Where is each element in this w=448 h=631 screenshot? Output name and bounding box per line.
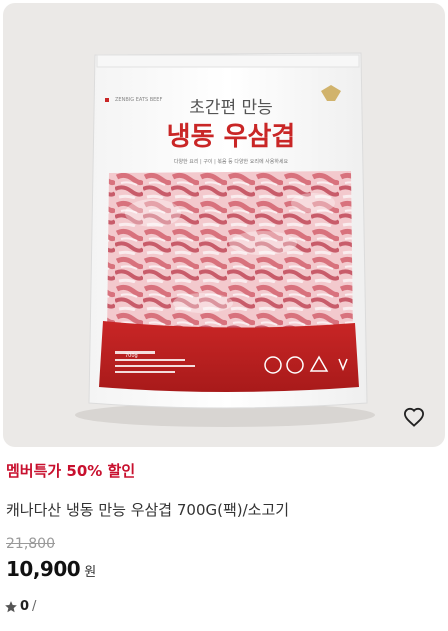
sale-price: 10,900 <box>6 557 81 581</box>
product-photo: ZENBIG EATS BEEF 초간편 만능 냉동 우삼겹 다양한 요리 | … <box>75 52 375 427</box>
package-subtitle: 다양한 요리 | 구이 | 볶음 등 다양한 요리에 사용하세요 <box>174 158 289 165</box>
rating: 0 / <box>4 599 36 614</box>
original-price: 21,800 <box>6 536 55 552</box>
star-icon <box>5 600 17 612</box>
product-name[interactable]: 캐나다산 냉동 만능 우삼겹 700G(팩)/소고기 <box>6 499 289 520</box>
package-small-text: ZENBIG EATS BEEF <box>115 97 162 103</box>
package-weight: 700g <box>125 353 138 359</box>
package-title-line1: 초간편 만능 <box>189 98 273 118</box>
price-row: 10,900 원 <box>6 557 96 581</box>
promo-label: 멤버특가 50% 할인 <box>6 462 136 480</box>
wishlist-button[interactable] <box>403 407 431 435</box>
rating-count: 0 <box>20 599 30 614</box>
product-card[interactable]: ZENBIG EATS BEEF 초간편 만능 냉동 우삼겹 다양한 요리 | … <box>0 0 448 631</box>
package-title-line2: 냉동 우삼겹 <box>167 122 296 152</box>
product-image[interactable]: ZENBIG EATS BEEF 초간편 만능 냉동 우삼겹 다양한 요리 | … <box>3 3 445 447</box>
heart-icon <box>403 407 425 427</box>
rating-separator: / <box>32 599 37 614</box>
currency-unit: 원 <box>84 565 97 580</box>
